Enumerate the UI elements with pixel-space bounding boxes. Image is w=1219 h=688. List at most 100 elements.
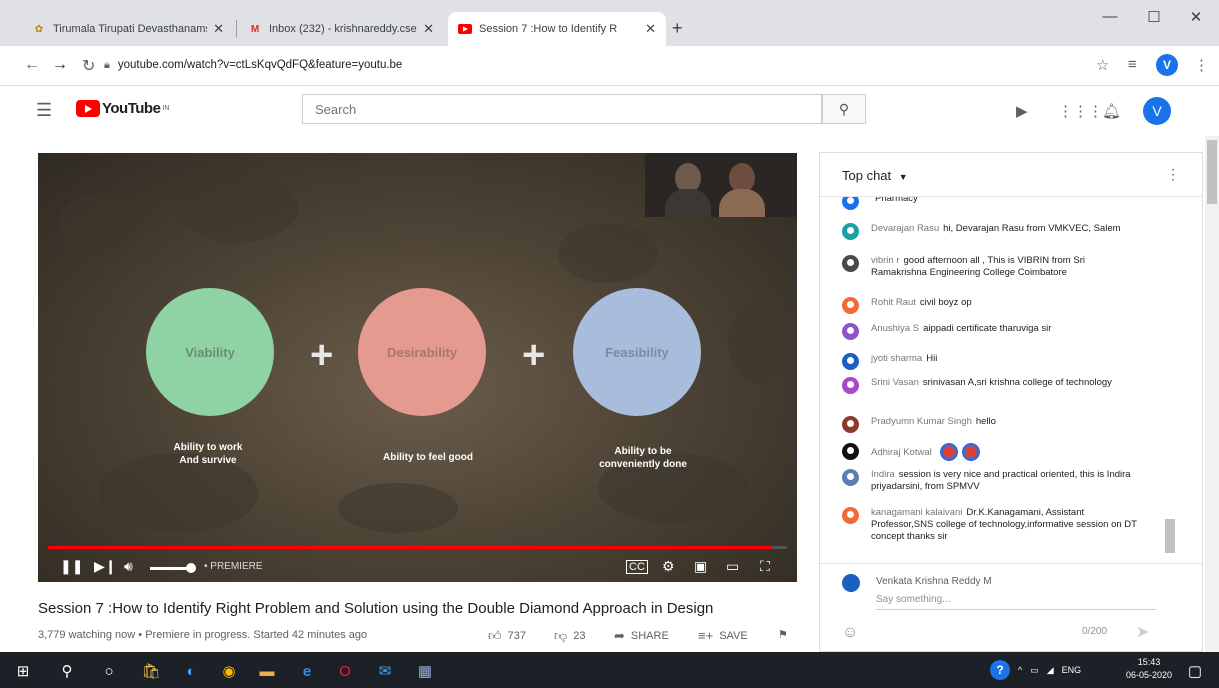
chat-avatar[interactable]: [842, 197, 859, 210]
search-input[interactable]: [302, 94, 822, 124]
close-window-button[interactable]: ✕: [1176, 8, 1216, 26]
chat-author[interactable]: Adhiraj Kotwal: [871, 447, 932, 458]
save-button[interactable]: ≡+ SAVE: [698, 628, 748, 643]
tab-gmail[interactable]: M Inbox (232) - krishnareddy.cse@ ✕: [238, 12, 444, 46]
account-avatar[interactable]: V: [1143, 97, 1171, 125]
search-icon[interactable]: ⚲: [56, 661, 78, 681]
chevron-up-icon[interactable]: ^: [1018, 665, 1022, 675]
notifications-bell-icon[interactable]: 🔔︎: [1102, 102, 1121, 120]
youtube-logo[interactable]: YouTube IN: [76, 100, 169, 117]
address-bar[interactable]: 🔒︎ youtube.com/watch?v=ctLsKqvQdFQ&featu…: [104, 52, 1114, 78]
profile-avatar[interactable]: V: [1156, 54, 1178, 76]
chat-author[interactable]: Indira: [871, 469, 895, 480]
opera-icon[interactable]: O: [334, 661, 356, 681]
progress-bar[interactable]: [48, 546, 787, 549]
chat-author[interactable]: Anushiya S: [871, 323, 919, 334]
browser-menu-icon[interactable]: ⋮: [1194, 56, 1209, 74]
help-icon[interactable]: ?: [990, 660, 1010, 680]
media-queue-icon[interactable]: ≡: [1128, 56, 1137, 73]
forward-icon[interactable]: →: [52, 56, 68, 74]
maximize-button[interactable]: ☐: [1134, 8, 1174, 26]
chat-avatar[interactable]: [842, 297, 859, 314]
volume-icon[interactable]: 🔊︎: [124, 558, 133, 575]
tab-youtube[interactable]: Session 7 :How to Identify R ✕: [448, 12, 666, 46]
fullscreen-icon[interactable]: ⛶: [760, 558, 770, 575]
chat-avatar[interactable]: [842, 223, 859, 240]
chat-avatar[interactable]: [842, 507, 859, 524]
minimize-button[interactable]: —: [1090, 8, 1130, 25]
tab-tirumala[interactable]: ✿ Tirumala Tirupati Devasthanams ✕: [22, 12, 234, 46]
chat-author[interactable]: Devarajan Rasu: [871, 223, 939, 234]
internet-explorer-icon[interactable]: e: [296, 661, 318, 681]
volume-slider[interactable]: [150, 567, 190, 570]
chat-avatar[interactable]: [842, 416, 859, 433]
chat-message-body: Pradyumn Kumar Singh hello: [871, 416, 996, 433]
clock-time: 15:43: [1137, 657, 1161, 667]
close-tab-icon[interactable]: ✕: [423, 21, 434, 37]
captions-icon[interactable]: CC: [626, 560, 648, 574]
emoji-icon[interactable]: ☺: [842, 624, 858, 642]
clock[interactable]: 15:43 06-05-2020: [1126, 656, 1172, 682]
chat-avatar[interactable]: [842, 255, 859, 272]
youtube-logo-text: YouTube: [102, 100, 161, 117]
chevron-down-icon: ▼: [898, 172, 908, 182]
edge-icon[interactable]: ◐: [180, 661, 202, 681]
share-button[interactable]: ➦ SHARE: [614, 628, 669, 644]
chat-author[interactable]: jyoti sharma: [871, 353, 922, 364]
report-flag-icon[interactable]: ⚑: [778, 628, 788, 641]
new-tab-button[interactable]: +: [672, 18, 683, 39]
chat-author[interactable]: vibrin r: [871, 255, 900, 266]
chat-input-area: Venkata Krishna Reddy M Say something...…: [820, 563, 1202, 651]
chat-avatar[interactable]: [842, 469, 859, 486]
cortana-icon[interactable]: ○: [98, 661, 120, 681]
bookmark-star-icon[interactable]: ☆: [1096, 56, 1109, 74]
pause-icon[interactable]: ❚❚: [60, 558, 83, 575]
close-tab-icon[interactable]: ✕: [213, 21, 224, 37]
chat-message-body: Srini Vasan srinivasan A,sri krishna coll…: [871, 377, 1112, 394]
viability-label: Viability: [185, 344, 235, 360]
store-icon[interactable]: 🛍︎: [140, 661, 162, 681]
chat-scroll-thumb[interactable]: [1165, 519, 1175, 553]
chat-avatar[interactable]: [842, 443, 859, 460]
next-icon[interactable]: ▶❙: [94, 558, 117, 575]
hamburger-menu-icon[interactable]: ☰: [36, 100, 52, 121]
chrome-icon[interactable]: ◉: [218, 661, 240, 681]
chat-author[interactable]: Rohit Raut: [871, 297, 916, 308]
network-icon[interactable]: ◢: [1047, 665, 1054, 676]
chat-author[interactable]: Pradyumn Kumar Singh: [871, 416, 972, 427]
page-scroll-thumb[interactable]: [1207, 140, 1217, 204]
back-icon[interactable]: ←: [24, 56, 40, 74]
chat-mode-dropdown[interactable]: Top chat ▼: [842, 168, 908, 183]
theater-mode-icon[interactable]: ▭: [726, 558, 739, 575]
create-video-icon[interactable]: ▶︎: [1016, 102, 1028, 120]
apps-grid-icon[interactable]: ⋮⋮⋮: [1058, 102, 1103, 120]
miniplayer-icon[interactable]: ▣: [694, 558, 707, 575]
language-indicator[interactable]: ENG: [1062, 665, 1082, 675]
send-icon[interactable]: ➤: [1136, 622, 1149, 642]
chat-message-input[interactable]: Say something...: [876, 594, 1156, 610]
battery-icon[interactable]: ▭: [1030, 665, 1039, 676]
video-player[interactable]: Viability + Desirability + Feasibility A…: [38, 153, 797, 582]
chat-avatar[interactable]: [842, 377, 859, 394]
windows-start-icon[interactable]: ⊞: [12, 661, 34, 681]
file-explorer-icon[interactable]: ▬: [256, 661, 278, 681]
chat-message: jyoti sharma Hii: [842, 353, 1142, 370]
close-tab-icon[interactable]: ✕: [645, 21, 656, 37]
calculator-icon[interactable]: ▦: [414, 661, 436, 681]
chat-author[interactable]: Srini Vasan: [871, 377, 919, 388]
chat-avatar[interactable]: [842, 323, 859, 340]
search-button[interactable]: ⚲: [822, 94, 866, 124]
chat-more-options-icon[interactable]: ⋮: [1166, 166, 1180, 183]
mail-icon[interactable]: ✉: [374, 661, 396, 681]
chat-author[interactable]: kanagamani kalaivani: [871, 507, 962, 518]
action-center-icon[interactable]: ▢: [1184, 661, 1206, 681]
page-scrollbar[interactable]: [1205, 136, 1219, 652]
chat-avatar[interactable]: [842, 353, 859, 370]
chat-message: kanagamani kalaivani Dr.K.Kanagamani, Ass…: [842, 507, 1142, 543]
settings-gear-icon[interactable]: ⚙: [662, 558, 675, 575]
chat-scrollbar[interactable]: [1165, 197, 1177, 562]
like-button[interactable]: 👍︎ 737: [488, 628, 526, 644]
dislike-button[interactable]: 👎︎ 23: [554, 628, 585, 644]
volume-knob[interactable]: [186, 563, 196, 573]
reload-icon[interactable]: ↻: [82, 56, 95, 76]
